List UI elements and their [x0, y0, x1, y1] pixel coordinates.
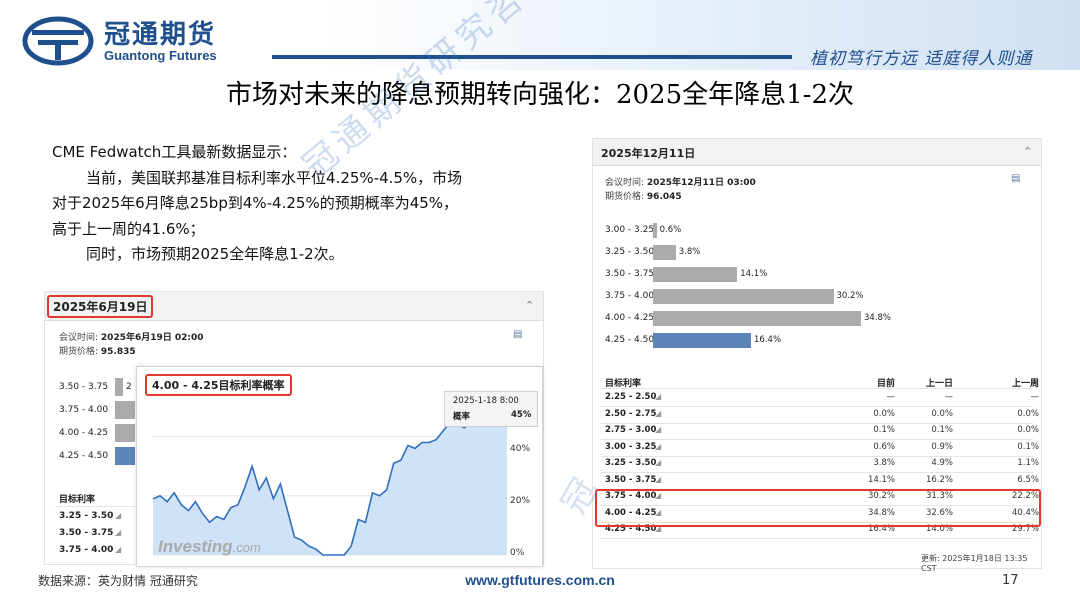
tooltip-value: 45%	[511, 410, 532, 420]
probability-bar	[653, 311, 861, 326]
body-line: 当前，美国联邦基准目标利率水平位4.25%-4.5%，市场	[86, 168, 463, 187]
sparkline-icon[interactable]: ◢	[655, 409, 669, 418]
divider	[601, 456, 1033, 457]
logo-chinese-name: 冠通期货	[104, 20, 217, 50]
probability-bar	[653, 223, 657, 238]
company-slogan: 植初笃行方远 适庭得人则通	[810, 49, 1033, 69]
sparkline-icon[interactable]: ◢	[115, 545, 129, 554]
sparkline-icon[interactable]: ◢	[115, 511, 129, 520]
divider	[601, 423, 1033, 424]
fedwatch-december-panel: 2025年12月11日 ⌃ 会议时间: 2025年12月11日 03:00 期货…	[592, 138, 1042, 573]
prev-week-prob-cell: 6.5%	[1017, 475, 1039, 485]
prev-week-prob-cell: 0.0%	[1017, 409, 1039, 419]
divider	[601, 439, 1033, 440]
bar-value-label: 14.1%	[740, 269, 768, 279]
probability-value: 2	[126, 382, 132, 392]
panel-header: 2025年12月11日 ⌃	[593, 139, 1041, 166]
body-line: 对于2025年6月降息25bp到4%-4.25%的预期概率为45%，	[52, 194, 459, 212]
print-icon[interactable]: ▤	[513, 329, 527, 341]
area-fill	[153, 418, 507, 555]
divider	[601, 388, 1033, 389]
table-row: 3.50 - 3.75	[59, 528, 114, 538]
probability-bar	[653, 245, 676, 260]
body-line: CME Fedwatch工具最新数据显示：	[52, 143, 297, 161]
prev-week-prob-cell: 0.0%	[1017, 425, 1039, 435]
body-line: 同时，市场预期2025全年降息1-2次。	[86, 245, 344, 263]
rate-range-label: 4.25 - 4.50	[59, 451, 109, 461]
body-line: 高于上一周的41.6%；	[52, 219, 205, 238]
header-divider	[272, 55, 792, 59]
prev-week-prob-cell: 1.1%	[1017, 458, 1039, 468]
website-link[interactable]: www.gtfutures.com.cn	[0, 572, 1080, 588]
prev-day-prob-cell: 0.1%	[931, 425, 953, 435]
sparkline-icon[interactable]: ◢	[655, 392, 669, 401]
logo-english-name: Guantong Futures	[104, 48, 217, 63]
bar-category-label: 3.50 - 3.75	[605, 269, 655, 279]
bar-category-label: 3.75 - 4.00	[605, 291, 655, 301]
investing-brand-logo: Investing.com	[158, 537, 261, 556]
prev-day-prob-cell: 0.0%	[931, 409, 953, 419]
prev-day-prob-cell: 0.9%	[931, 442, 953, 452]
tooltip-date: 2025-1-18 8:00	[453, 396, 519, 406]
panel-header: 2025年6月19日 ⌃	[45, 292, 543, 321]
meeting-date-tab[interactable]: 2025年6月19日	[47, 295, 154, 318]
futures-price: 期货价格: 96.045	[605, 192, 682, 202]
bar-category-label: 3.00 - 3.25	[605, 225, 655, 235]
probability-bar	[115, 378, 123, 396]
probability-bar	[115, 447, 135, 465]
rate-range-label: 4.00 - 4.25	[59, 428, 109, 438]
bar-value-label: 0.6%	[659, 225, 682, 235]
prev-day-prob-cell: 16.2%	[925, 475, 953, 485]
bar-value-label: 30.2%	[836, 291, 864, 301]
bar-value-label: 16.4%	[754, 335, 782, 345]
bar-value-label: 3.8%	[678, 247, 701, 257]
probability-bar	[653, 289, 834, 304]
print-icon[interactable]: ▤	[1011, 173, 1025, 185]
meeting-time: 会议时间: 2025年6月19日 02:00	[59, 333, 204, 343]
table-header-target-rate: 目标利率	[59, 495, 96, 505]
tooltip-label: 概率	[453, 412, 471, 422]
y-tick-label: 0%	[510, 548, 525, 558]
divider	[55, 506, 135, 507]
prev-day-prob-cell: —	[944, 392, 954, 402]
meeting-date-tab[interactable]: 2025年12月11日	[601, 145, 695, 161]
prev-day-prob-cell: 4.9%	[931, 458, 953, 468]
rate-range-label: 3.75 - 4.00	[59, 405, 109, 415]
highlight-box	[595, 489, 1041, 527]
chevron-up-icon[interactable]: ⌃	[525, 299, 534, 312]
table-row: 3.25 - 3.50	[59, 511, 114, 521]
table-row: 3.75 - 4.00	[59, 545, 114, 555]
y-tick-label: 20%	[510, 496, 531, 506]
meeting-time: 会议时间: 2025年12月11日 03:00	[605, 178, 756, 188]
bar-category-label: 4.25 - 4.50	[605, 335, 655, 345]
bar-value-label: 34.8%	[864, 313, 892, 323]
divider	[601, 406, 1033, 407]
futures-price: 期货价格: 95.835	[59, 347, 136, 357]
prev-week-prob-cell: —	[1030, 392, 1040, 402]
company-logo	[22, 16, 94, 66]
sparkline-icon[interactable]: ◢	[655, 475, 669, 484]
chart-tooltip: 2025-1-18 8:00 概率 45%	[444, 391, 538, 427]
probability-bar	[653, 333, 752, 348]
sparkline-icon[interactable]: ◢	[655, 458, 669, 467]
probability-bar	[115, 424, 135, 442]
y-tick-label: 40%	[510, 444, 531, 454]
chevron-up-icon[interactable]: ⌃	[1023, 145, 1032, 158]
slide-title: 市场对未来的降息预期转向强化：2025全年降息1-2次	[225, 80, 855, 110]
prev-week-prob-cell: 0.1%	[1017, 442, 1039, 452]
sparkline-icon[interactable]: ◢	[655, 425, 669, 434]
page-number: 17	[1002, 573, 1019, 588]
sparkline-icon[interactable]: ◢	[655, 442, 669, 451]
bar-category-label: 4.00 - 4.25	[605, 313, 655, 323]
sparkline-icon[interactable]: ◢	[115, 528, 129, 537]
bar-category-label: 3.25 - 3.50	[605, 247, 655, 257]
rate-range-label: 3.50 - 3.75	[59, 382, 109, 392]
divider	[601, 538, 1033, 539]
body-text: CME Fedwatch工具最新数据显示： 当前，美国联邦基准目标利率水平位4.…	[52, 140, 552, 268]
divider	[601, 472, 1033, 473]
probability-bar	[653, 267, 738, 282]
update-time: 更新: 2025年1月18日 13:35 CST	[921, 554, 1028, 573]
probability-bar	[115, 401, 135, 419]
